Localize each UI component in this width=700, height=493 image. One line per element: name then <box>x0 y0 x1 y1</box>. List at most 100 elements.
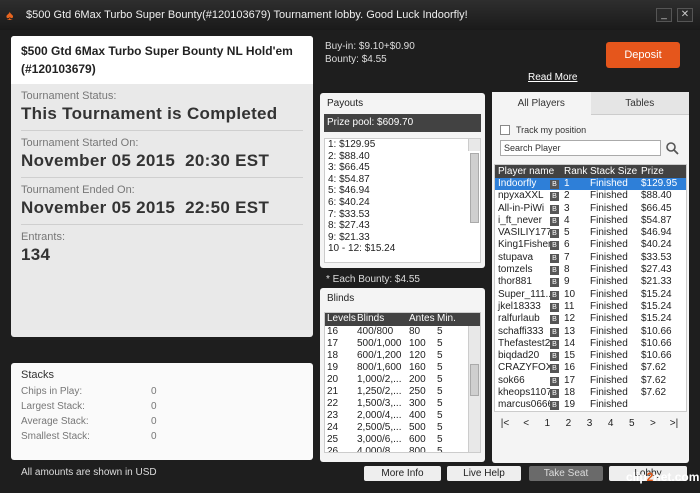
search-icon[interactable] <box>666 142 679 155</box>
blind-cell: 800 <box>409 446 426 453</box>
player-row[interactable]: Super_111... B 10 Finished $15.24 <box>495 289 686 301</box>
tab-tables[interactable]: Tables <box>590 92 689 115</box>
player-prize: $15.24 <box>641 300 672 312</box>
bounty-badge-cell: B <box>550 301 562 313</box>
player-name: Indoorfly <box>498 178 537 189</box>
bounty-badge-icon: B <box>550 266 559 276</box>
player-row[interactable]: tomzels B 8 Finished $27.43 <box>495 264 686 276</box>
player-row[interactable]: schaffi333 B 13 Finished $10.66 <box>495 326 686 338</box>
players-panel: All Players Tables Track my position Pla… <box>492 92 689 463</box>
payout-item: 10 - 12: $15.24 <box>328 243 396 255</box>
page-4[interactable]: 4 <box>604 418 618 429</box>
bounty-note: * Each Bounty: $4.55 <box>326 274 420 285</box>
player-rank: 6 <box>564 239 570 251</box>
player-row[interactable]: Indoorfly B 1 Finished $129.95 <box>495 178 686 191</box>
player-row[interactable]: thor881 B 9 Finished $21.33 <box>495 276 686 288</box>
player-row[interactable]: jkel18333 B 11 Finished $15.24 <box>495 301 686 313</box>
track-position[interactable]: Track my position <box>500 125 689 135</box>
last-page-icon[interactable]: >| <box>667 418 681 429</box>
players-table[interactable]: Player name Rank Stack Size Prize Indoor… <box>494 164 687 412</box>
next-page-icon[interactable]: > <box>646 418 660 429</box>
divider <box>21 130 303 131</box>
search-player-input[interactable] <box>500 140 661 156</box>
payout-item: 9: $21.33 <box>328 231 370 243</box>
tab-all-players[interactable]: All Players <box>492 92 591 115</box>
player-name: schaffi333 <box>498 325 544 337</box>
page-3[interactable]: 3 <box>583 418 597 429</box>
bounty-badge-icon: B <box>550 290 559 300</box>
ended-label: Tournament Ended On: <box>21 184 135 196</box>
player-row[interactable]: npyxaXXL B 2 Finished $88.40 <box>495 190 686 202</box>
ended-value: November 05 2015 22:50 EST <box>21 198 270 217</box>
player-stack: Finished <box>590 350 628 362</box>
player-stack: Finished <box>590 276 628 288</box>
player-prize: $33.53 <box>641 251 672 263</box>
blind-cell: 26 <box>327 446 339 453</box>
live-help-button[interactable]: Live Help <box>447 466 521 481</box>
player-row[interactable]: VASILIY177 B 5 Finished $46.94 <box>495 227 686 239</box>
player-row[interactable]: biqdad20 B 15 Finished $10.66 <box>495 350 686 362</box>
entrants-label: Entrants: <box>21 231 66 243</box>
player-row[interactable]: stupava B 7 Finished $33.53 <box>495 252 686 264</box>
player-rank: 18 <box>564 387 576 399</box>
player-rank: 14 <box>564 337 576 349</box>
bounty-badge-cell: B <box>550 203 562 215</box>
player-row[interactable]: sok66 B 17 Finished $7.62 <box>495 375 686 387</box>
blind-row: 21 1,250/2,... 250 5 <box>325 386 480 398</box>
deposit-button[interactable]: Deposit <box>606 42 680 68</box>
more-info-button[interactable]: More Info <box>364 466 441 481</box>
payouts-scrollbar[interactable] <box>468 139 480 223</box>
player-row[interactable]: CRAZYFOX B 16 Finished $7.62 <box>495 362 686 374</box>
divider <box>21 177 303 178</box>
player-row[interactable]: ralfurlaub B 12 Finished $15.24 <box>495 313 686 325</box>
page-1[interactable]: 1 <box>540 418 554 429</box>
blind-row: 17 500/1,000 100 5 <box>325 338 480 350</box>
blind-cell: 21 <box>327 386 339 397</box>
player-stack: Finished <box>590 374 628 386</box>
blind-cell: 2,000/4,... <box>357 410 402 421</box>
blind-cell: 600/1,200 <box>357 350 402 361</box>
payout-list[interactable]: 1: $129.95 2: $88.40 3: $66.45 4: $54.87… <box>324 138 481 263</box>
player-rank: 13 <box>564 325 576 337</box>
player-row[interactable]: All-in-PiWi B 3 Finished $66.45 <box>495 203 686 215</box>
first-page-icon[interactable]: |< <box>498 418 512 429</box>
blind-cell: 300 <box>409 398 426 409</box>
player-name: Super_111... <box>498 288 550 300</box>
bounty-badge-icon: B <box>550 302 559 312</box>
bounty-badge-cell: B <box>550 215 562 227</box>
blinds-title: Blinds <box>327 293 355 304</box>
player-row[interactable]: kheops1107 B 18 Finished $7.62 <box>495 387 686 399</box>
take-seat-button[interactable]: Take Seat <box>529 466 603 481</box>
player-rank: 16 <box>564 362 576 374</box>
player-stack: Finished <box>590 399 628 411</box>
blind-cell: 500 <box>409 422 426 433</box>
player-row[interactable]: marcus0666 B 19 Finished <box>495 399 686 411</box>
player-row[interactable]: Thefastest2013B 14 Finished $10.66 <box>495 338 686 350</box>
player-name: VASILIY177 <box>498 227 550 239</box>
blinds-table[interactable]: Levels Blinds Antes Min. 16 400/800 80 5 17 5… <box>324 312 481 453</box>
prev-page-icon[interactable]: < <box>519 418 533 429</box>
blinds-panel: Blinds Levels Blinds Antes Min. 16 400/80… <box>320 288 485 462</box>
col-header: Min. <box>437 313 456 324</box>
close-button[interactable]: ✕ <box>677 8 693 22</box>
player-row[interactable]: King1Fisher1B6 Finished $40.24 <box>495 239 686 251</box>
player-prize: $10.66 <box>641 350 672 362</box>
read-more-link[interactable]: Read More <box>528 72 577 83</box>
scroll-thumb[interactable] <box>470 153 479 223</box>
scroll-thumb[interactable] <box>470 364 479 396</box>
player-rank: 1 <box>564 178 570 189</box>
blinds-scrollbar[interactable] <box>468 326 480 452</box>
bounty-badge-cell: B <box>550 190 562 202</box>
track-checkbox[interactable] <box>500 125 510 135</box>
player-row[interactable]: i_ft_never B 4 Finished $54.87 <box>495 215 686 227</box>
player-rank: 12 <box>564 313 576 325</box>
bounty-badge-icon: B <box>550 315 559 325</box>
player-prize: $66.45 <box>641 202 672 214</box>
player-stack: Finished <box>590 251 628 263</box>
bounty-badge-icon: B <box>550 192 559 202</box>
minimize-button[interactable]: _ <box>656 8 672 22</box>
blind-cell: 400 <box>409 410 426 421</box>
page-5[interactable]: 5 <box>625 418 639 429</box>
page-2[interactable]: 2 <box>561 418 575 429</box>
blind-cell: 20 <box>327 374 339 385</box>
